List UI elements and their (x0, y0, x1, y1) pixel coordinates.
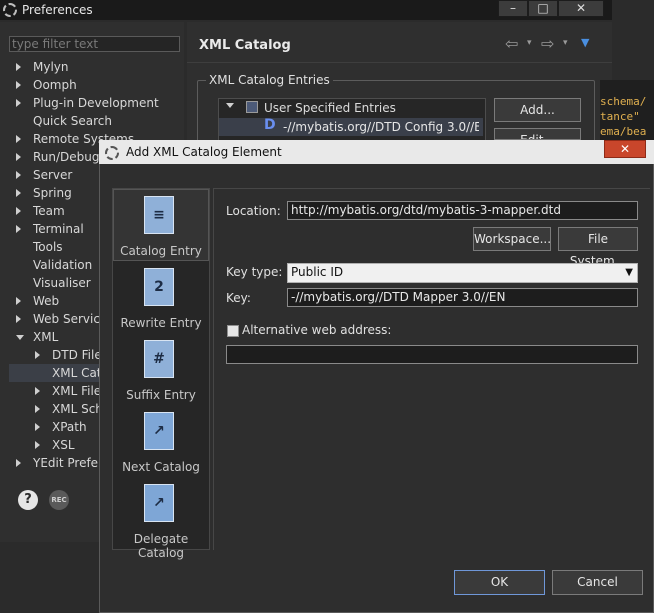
expand-arrow-icon[interactable] (35, 423, 40, 431)
record-icon[interactable]: REC (49, 490, 69, 510)
maximize-button[interactable]: □ (528, 0, 558, 17)
tree-item-label: Server (33, 168, 73, 182)
alt-web-address-input[interactable] (226, 345, 638, 364)
expand-arrow-icon[interactable] (35, 351, 40, 359)
ok-button[interactable]: OK (454, 570, 545, 595)
editor-line: tance" (600, 110, 640, 123)
expand-arrow-icon[interactable] (35, 405, 40, 413)
expand-arrow-icon[interactable] (16, 99, 21, 107)
catalog-entries-group-label: XML Catalog Entries (206, 73, 333, 87)
user-entries-icon (246, 101, 258, 113)
help-icon[interactable]: ? (18, 490, 38, 510)
expand-arrow-icon[interactable] (16, 225, 21, 233)
suffix-entry-icon[interactable]: # (144, 340, 174, 378)
workspace-button[interactable]: Workspace... (473, 227, 551, 251)
catalog-entry-icon[interactable]: ≡ (144, 196, 174, 234)
collapse-arrow-icon[interactable] (16, 335, 24, 340)
expand-arrow-icon[interactable] (16, 81, 21, 89)
location-label: Location: (226, 204, 281, 218)
element-type-label[interactable]: Catalog Entry (112, 244, 210, 258)
dtd-icon: D (264, 117, 276, 133)
location-input[interactable]: http://mybatis.org/dtd/mybatis-3-mapper.… (287, 201, 638, 220)
tree-item-label: Team (33, 204, 65, 218)
expand-arrow-icon[interactable] (16, 63, 21, 71)
alt-web-address-label: Alternative web address: (242, 323, 392, 337)
view-menu-icon[interactable]: ▼ (581, 36, 589, 49)
key-type-select[interactable]: Public ID ▼ (287, 263, 638, 283)
expand-arrow-icon[interactable] (16, 153, 21, 161)
key-label: Key: (226, 291, 251, 305)
preferences-close-button[interactable]: ✕ (558, 0, 604, 17)
tree-item-label: Visualiser (33, 276, 91, 290)
tree-item-label: XSL (52, 438, 75, 452)
tree-item-label: Plug-in Development (33, 96, 159, 110)
dropdown-arrow-icon: ▼ (625, 267, 633, 278)
expand-arrow-icon[interactable] (16, 189, 21, 197)
expand-arrow-icon[interactable] (16, 315, 21, 323)
rewrite-entry-icon[interactable]: 2 (144, 268, 174, 306)
edit-button[interactable]: Edit... (494, 128, 581, 140)
file-system-button[interactable]: File System... (558, 227, 638, 268)
expand-arrow-icon[interactable] (16, 171, 21, 179)
key-type-label: Key type: (226, 265, 283, 279)
tree-item-label: Validation (33, 258, 93, 272)
tree-item-label: Tools (33, 240, 63, 254)
next-catalog-icon[interactable]: ↗ (144, 412, 174, 450)
dialog-app-icon (105, 146, 119, 160)
dialog-title: Add XML Catalog Element (126, 145, 282, 159)
expand-arrow-icon[interactable] (16, 459, 21, 467)
tree-item-label: XML (33, 330, 59, 344)
tree-item[interactable]: Quick Search (0, 112, 184, 130)
preferences-title: Preferences (22, 3, 93, 17)
back-menu-icon[interactable]: ▾ (527, 38, 532, 48)
page-title: XML Catalog (199, 38, 291, 53)
back-icon[interactable]: ⇦ (505, 34, 518, 53)
element-type-label[interactable]: Next Catalog (112, 460, 210, 474)
tree-item-label: Spring (33, 186, 72, 200)
alt-web-address-checkbox[interactable] (227, 325, 239, 337)
catalog-entry-item[interactable]: -//mybatis.org//DTD Config 3.0//EN (283, 120, 479, 134)
expand-arrow-icon[interactable] (16, 207, 21, 215)
tree-item[interactable]: Oomph (0, 76, 184, 94)
tree-item-label: Run/Debug (33, 150, 100, 164)
tree-item-label: Web (33, 294, 60, 308)
delegate-catalog-icon[interactable]: ↗ (144, 484, 174, 522)
background-editor: schema/ tance" ema/bea (600, 80, 654, 140)
expand-arrow-icon[interactable] (16, 297, 21, 305)
expand-arrow-icon[interactable] (35, 441, 40, 449)
tree-item-label: Mylyn (33, 60, 69, 74)
tree-item[interactable]: Plug-in Development (0, 94, 184, 112)
dialog-close-button[interactable]: ✕ (604, 140, 646, 158)
element-type-label[interactable]: Rewrite Entry (112, 316, 210, 330)
user-specified-entries[interactable]: User Specified Entries (264, 101, 396, 115)
preferences-app-icon (3, 3, 17, 17)
cancel-button[interactable]: Cancel (552, 570, 643, 595)
key-type-value: Public ID (291, 265, 344, 279)
expand-arrow-icon[interactable] (226, 103, 234, 108)
expand-arrow-icon[interactable] (16, 135, 21, 143)
tree-item-label: Oomph (33, 78, 77, 92)
tree-item-label: XPath (52, 420, 87, 434)
tree-item-label: Terminal (33, 222, 84, 236)
editor-line: schema/ (600, 95, 647, 108)
editor-line: ema/bea (600, 125, 647, 138)
filter-input[interactable]: type filter text (9, 36, 180, 52)
expand-arrow-icon[interactable] (35, 387, 40, 395)
add-button[interactable]: Add... (494, 98, 581, 122)
forward-icon[interactable]: ⇨ (541, 34, 554, 53)
minimize-button[interactable]: – (498, 0, 528, 17)
element-type-label[interactable]: Suffix Entry (112, 388, 210, 402)
forward-menu-icon[interactable]: ▾ (563, 38, 568, 48)
tree-item[interactable]: Mylyn (0, 58, 184, 76)
key-input[interactable]: -//mybatis.org//DTD Mapper 3.0//EN (287, 288, 638, 307)
tree-item-label: Quick Search (33, 114, 112, 128)
element-type-label[interactable]: Delegate Catalog (112, 532, 210, 560)
